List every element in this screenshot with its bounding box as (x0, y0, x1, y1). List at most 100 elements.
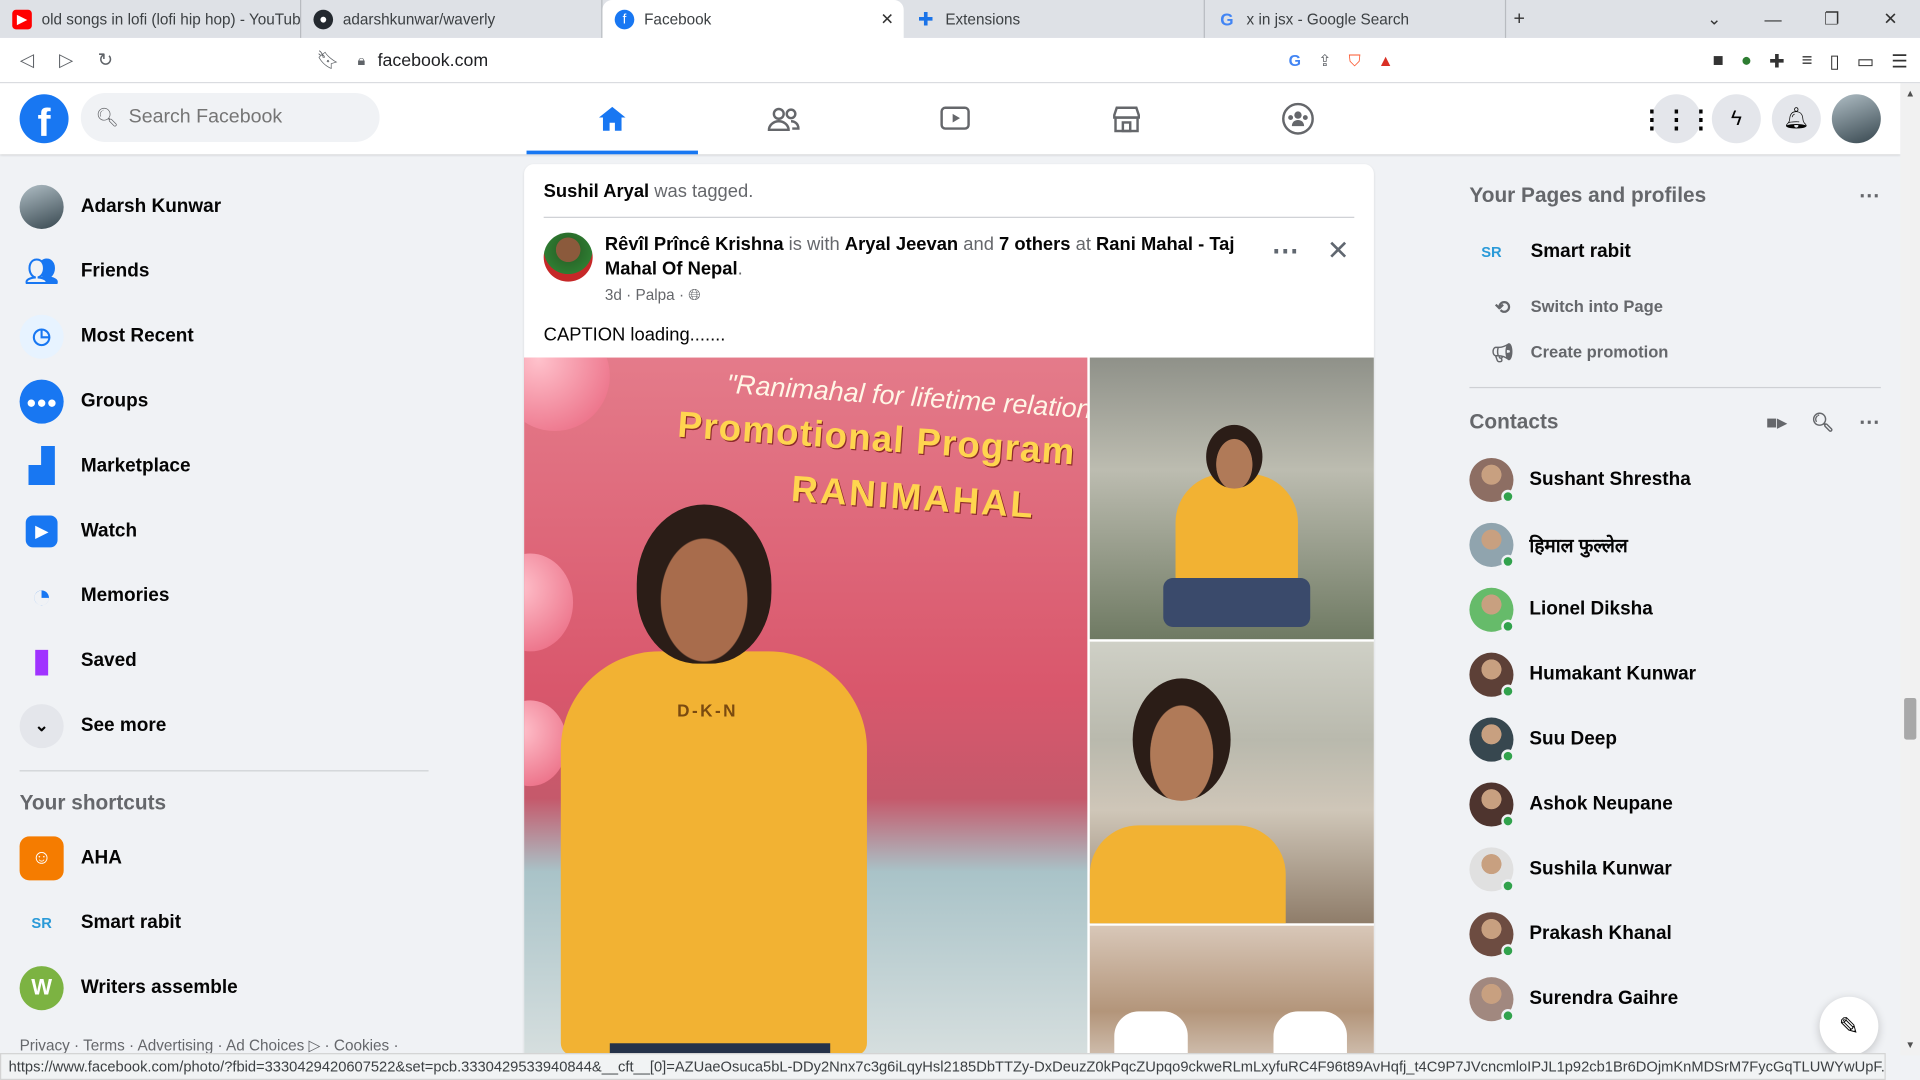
shortcut-aha[interactable]: ☺ AHA (10, 825, 439, 890)
groups-icon: ●●● (19, 378, 64, 424)
account-avatar[interactable] (1831, 94, 1881, 144)
tab-extensions[interactable]: ✚ Extensions (904, 0, 1205, 38)
new-message-button[interactable]: ✎ (1819, 996, 1879, 1056)
switch-into-page-button[interactable]: ⟲ Switch into Page (1469, 284, 1880, 329)
nav-watch[interactable] (869, 83, 1040, 154)
nav-marketplace[interactable] (1041, 83, 1212, 154)
post-time[interactable]: 3d (605, 287, 622, 304)
photo-main[interactable]: "Ranimahal for lifetime relationsh Promo… (524, 357, 1088, 1071)
scroll-up-icon[interactable]: ▲ (1905, 88, 1915, 99)
photo-text-3: RANIMAHAL (789, 469, 1037, 527)
sidebar-icon[interactable]: ▯ (1830, 50, 1840, 72)
pages-heading-row: Your Pages and profiles ⋯ (1469, 171, 1880, 220)
google-lens-icon[interactable]: G (1289, 51, 1301, 69)
tagged-name[interactable]: Sushil Aryal (544, 181, 649, 202)
and-text: and (958, 233, 1000, 255)
shortcut-smart-rabit[interactable]: SR Smart rabit (10, 890, 439, 955)
see-more-button[interactable]: ⌄ See more (10, 693, 439, 758)
at-text: at (1070, 233, 1097, 255)
shortcut-label: AHA (80, 846, 122, 868)
photo-bottom-right[interactable] (1089, 925, 1374, 1071)
shirt-text: D-K-N (677, 700, 738, 721)
more-options-icon[interactable]: ⋯ (1272, 235, 1300, 267)
tagged-friend[interactable]: Aryal Jeevan (845, 234, 958, 255)
contact-item[interactable]: Humakant Kunwar (1469, 642, 1880, 707)
close-icon[interactable]: ✕ (1327, 235, 1350, 267)
contact-item[interactable]: Prakash Khanal (1469, 901, 1880, 966)
minimize-icon[interactable]: — (1744, 9, 1803, 29)
contact-item[interactable]: Sushant Shrestha (1469, 447, 1880, 512)
sidebar-item-saved[interactable]: ▮ Saved (10, 628, 439, 693)
search-box[interactable]: 🔍︎ (80, 93, 380, 143)
contact-item[interactable]: Ashok Neupane (1469, 771, 1880, 836)
author-name[interactable]: Rêvîl Prîncê Krishna (605, 234, 784, 255)
avatar (1469, 716, 1515, 763)
messenger-button[interactable]: ϟ (1711, 94, 1761, 144)
sidebar-item-groups[interactable]: ●●● Groups (10, 369, 439, 434)
reload-icon[interactable]: ↻ (86, 49, 125, 71)
maximize-icon[interactable]: ❐ (1802, 9, 1861, 30)
more-options-icon[interactable]: ⋯ (1859, 410, 1881, 434)
contact-name: Ashok Neupane (1529, 792, 1673, 814)
scrollbar[interactable]: ▲ ▼ (1900, 83, 1920, 1056)
tab-google[interactable]: G x in jsx - Google Search (1205, 0, 1507, 38)
new-tab-icon[interactable]: + (1513, 8, 1524, 30)
search-input[interactable] (128, 106, 362, 129)
person-head (636, 504, 772, 664)
shortcut-writers-assemble[interactable]: W Writers assemble (10, 955, 439, 1020)
share-icon[interactable]: ⇪ (1318, 51, 1331, 71)
forward-icon[interactable]: ▷ (47, 49, 86, 71)
notifications-button[interactable]: 🔔︎ (1771, 94, 1821, 144)
back-icon[interactable]: ◁ (7, 49, 46, 71)
others-link[interactable]: 7 others (999, 234, 1070, 255)
sidebar-item-profile[interactable]: Adarsh Kunwar (10, 174, 439, 239)
footer-links[interactable]: Privacy · Terms · Advertising · Ad Choic… (20, 1036, 399, 1054)
extension-icon[interactable]: ■ (1713, 50, 1724, 71)
post-location[interactable]: Palpa (636, 287, 675, 304)
sidebar-item-friends[interactable]: 👥︎ Friends (10, 239, 439, 304)
extension-globe-icon[interactable]: ● (1741, 50, 1752, 71)
nav-groups[interactable] (1212, 83, 1383, 154)
sidebar-item-most-recent[interactable]: ◷ Most Recent (10, 304, 439, 369)
sidebar-item-label: Adarsh Kunwar (80, 195, 222, 217)
contact-item[interactable]: Suu Deep (1469, 707, 1880, 772)
extensions-puzzle-icon[interactable]: ✚ (1769, 50, 1784, 72)
photo-top-right[interactable] (1089, 357, 1374, 640)
wallet-icon[interactable]: ▭ (1857, 50, 1874, 72)
media-icon[interactable]: ≡ (1802, 50, 1813, 71)
contact-item[interactable]: Sushila Kunwar (1469, 836, 1880, 901)
tab-facebook[interactable]: f Facebook ✕ (602, 0, 904, 38)
create-promotion-button[interactable]: 📢︎ Create promotion (1469, 329, 1880, 374)
nav-friends[interactable] (698, 83, 869, 154)
url-text: facebook.com (377, 50, 489, 71)
tab-title: old songs in lofi (lofi hip hop) - YouTu… (41, 10, 302, 28)
page-item[interactable]: SR Smart rabit (1469, 220, 1880, 284)
photo-middle-right[interactable] (1089, 641, 1374, 924)
close-tab-icon[interactable]: ✕ (881, 9, 894, 29)
brave-shield-icon[interactable]: ⛉ (1349, 51, 1361, 71)
tab-github[interactable]: ● adarshkunwar/waverly (301, 0, 603, 38)
menu-icon[interactable]: ☰ (1891, 50, 1907, 72)
sidebar-item-memories[interactable]: ◔ Memories (10, 563, 439, 628)
address-bar[interactable]: 🔒︎ facebook.com G ⇪ ⛉ ▲ (340, 42, 1516, 79)
contact-item[interactable]: हिमाल फुल्लेल (1469, 512, 1880, 577)
scrollbar-thumb[interactable] (1904, 697, 1917, 740)
close-window-icon[interactable]: ✕ (1861, 9, 1920, 30)
online-status-dot (1501, 943, 1515, 957)
tab-search-icon[interactable]: ⌄ (1685, 9, 1744, 30)
tab-youtube[interactable]: ▶ old songs in lofi (lofi hip hop) - You… (0, 0, 302, 38)
menu-grid-button[interactable]: ⋮⋮⋮ (1640, 94, 1713, 144)
brave-rewards-icon[interactable]: ▲ (1378, 51, 1394, 69)
facebook-logo[interactable]: f (19, 94, 69, 144)
more-options-icon[interactable]: ⋯ (1859, 184, 1881, 208)
scroll-down-icon[interactable]: ▼ (1905, 1040, 1915, 1051)
messenger-icon: ϟ (1730, 106, 1742, 130)
video-call-icon[interactable]: ■▸ (1766, 411, 1786, 434)
author-avatar[interactable] (543, 232, 593, 282)
browser-window: ▶ old songs in lofi (lofi hip hop) - You… (0, 0, 1920, 1080)
nav-home[interactable] (526, 83, 698, 155)
search-icon[interactable]: 🔍︎ (1811, 411, 1834, 434)
contact-item[interactable]: Lionel Diksha (1469, 577, 1880, 642)
sidebar-item-marketplace[interactable]: ▟ Marketplace (10, 433, 439, 498)
sidebar-item-watch[interactable]: ▶ Watch (10, 498, 439, 563)
